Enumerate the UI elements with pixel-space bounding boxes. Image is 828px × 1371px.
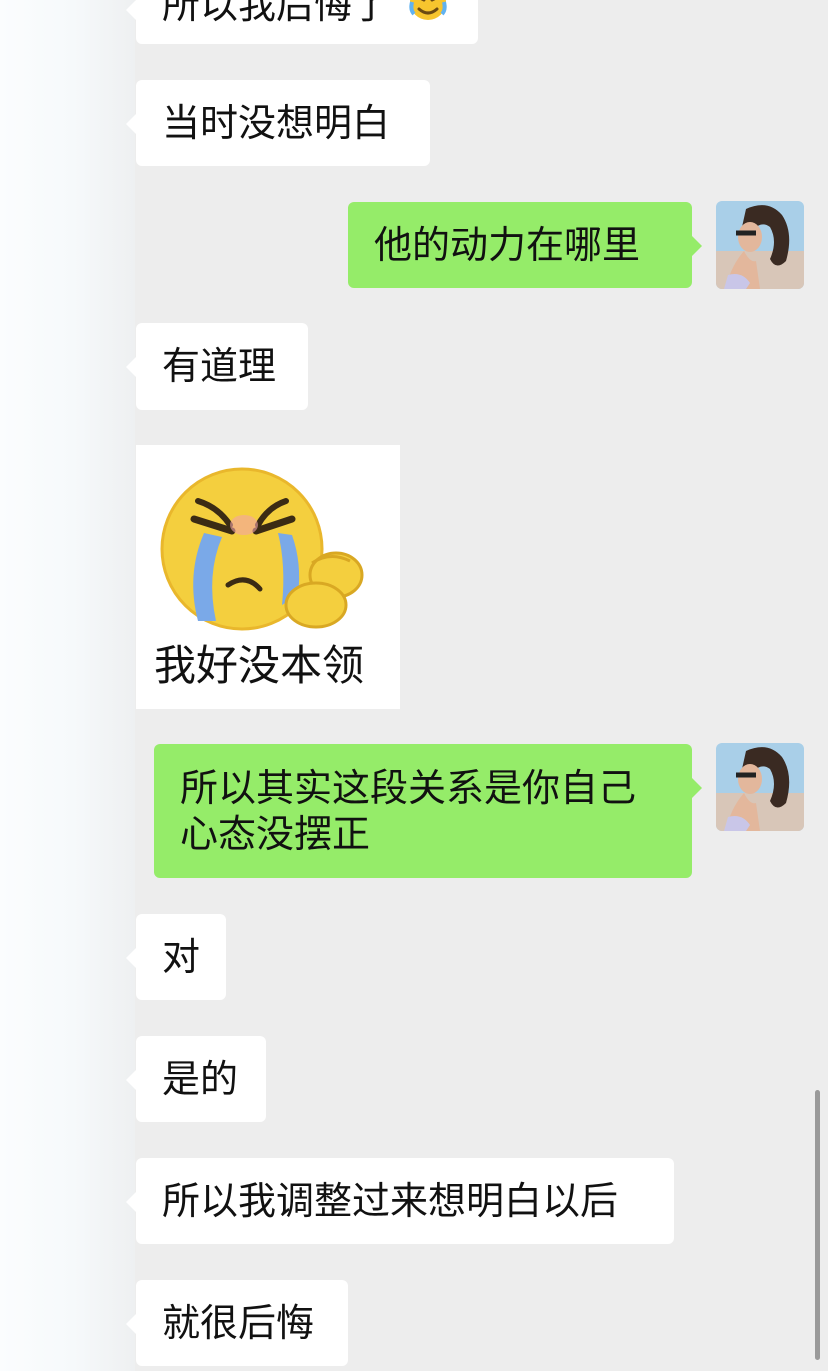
message-bubble[interactable]: 所以我调整过来想明白以后 — [126, 1158, 674, 1244]
crying-face-sticker-icon — [160, 467, 364, 631]
sticker-caption: 我好没本领 — [154, 641, 365, 690]
user-avatar[interactable] — [716, 201, 804, 289]
message-text: 所以其实这段关系是你自己心态没摆正 — [180, 766, 637, 856]
message-text: 有道理 — [162, 344, 277, 388]
message-bubble[interactable]: 是的 — [126, 1036, 266, 1122]
sticker-message[interactable]: 我好没本领 — [136, 445, 400, 709]
message-bubble[interactable]: 有道理 — [126, 323, 308, 410]
scrollbar[interactable] — [815, 1090, 820, 1360]
message-text: 就很后悔 — [162, 1301, 315, 1345]
message-text: 所以我调整过来想明白以后 — [162, 1179, 619, 1223]
message-bubble[interactable]: 所以我后悔了 — [126, 0, 478, 44]
message-text: 对 — [162, 935, 201, 979]
message-text: 当时没想明白 — [162, 101, 391, 145]
message-bubble-outgoing[interactable]: 他的动力在哪里 — [348, 202, 702, 288]
message-text: 是的 — [162, 1057, 239, 1101]
user-avatar[interactable] — [716, 743, 804, 831]
message-bubble-outgoing[interactable]: 所以其实这段关系是你自己心态没摆正 — [154, 744, 702, 878]
message-bubble[interactable]: 当时没想明白 — [126, 80, 430, 166]
message-text: 他的动力在哪里 — [374, 223, 641, 267]
message-bubble[interactable]: 对 — [126, 914, 226, 1000]
left-background-strip — [0, 0, 135, 1371]
tears-of-joy-emoji-icon — [406, 0, 450, 20]
message-bubble[interactable]: 就很后悔 — [126, 1280, 348, 1366]
message-text: 所以我后悔了 — [162, 0, 391, 27]
